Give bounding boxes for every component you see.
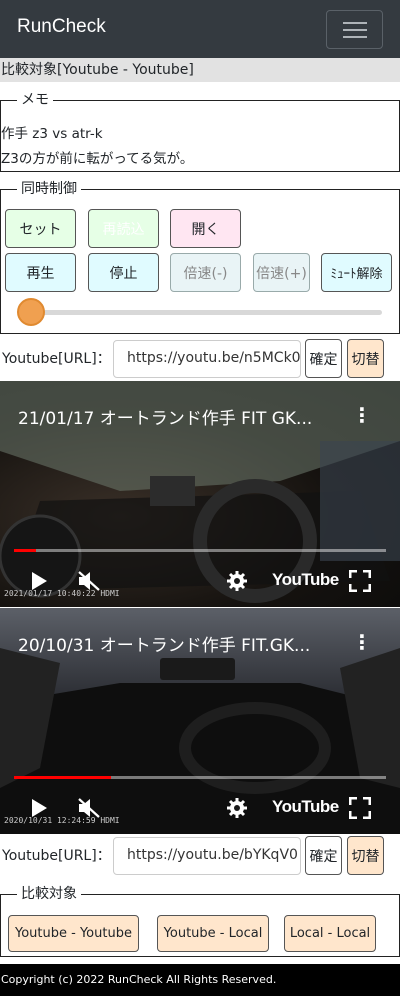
player1-url-input[interactable]: https://youtu.be/n5MCk0 bbox=[113, 340, 301, 378]
player1-progress-track[interactable] bbox=[14, 549, 386, 552]
player1-switch-button[interactable]: 切替 bbox=[347, 339, 384, 378]
compare-target-legend: 比較対象 bbox=[17, 885, 81, 903]
compare-youtube-local-button[interactable]: Youtube - Local bbox=[157, 915, 269, 952]
memo-line: Z3の方が前に転がってる気が。 bbox=[1, 151, 194, 167]
fullscreen-icon[interactable] bbox=[349, 797, 371, 819]
sync-seek-slider-thumb[interactable] bbox=[17, 298, 45, 326]
player2-timestamp: 2020/10/31 12:24:59 HDMI bbox=[4, 816, 120, 825]
player2-progress-fill bbox=[14, 776, 111, 779]
player1-url-row: Youtube[URL]： https://youtu.be/n5MCk0 確定… bbox=[0, 336, 400, 380]
sync-control-legend: 同時制御 bbox=[17, 180, 81, 198]
player1-url-label: Youtube[URL]： bbox=[2, 351, 111, 367]
settings-gear-icon[interactable] bbox=[226, 570, 248, 592]
footer-copyright: Copyright (c) 2022 RunCheck All Rights R… bbox=[0, 964, 400, 996]
player2-url-input[interactable]: https://youtu.be/bYKqV0 bbox=[113, 837, 301, 875]
speed-up-button[interactable]: 倍速(+) bbox=[253, 253, 310, 292]
player2-video[interactable]: 20/10/31 オートランド作手 FIT.GK... ⋮ YouTube 20… bbox=[0, 608, 400, 834]
memo-line: 作手 z3 vs atr-k bbox=[1, 126, 103, 142]
player1-confirm-button[interactable]: 確定 bbox=[305, 339, 342, 378]
unmute-button[interactable]: ﾐｭｰﾄ解除 bbox=[321, 253, 392, 292]
compare-header: 比較対象[Youtube - Youtube] bbox=[0, 58, 400, 82]
navbar: RunCheck bbox=[0, 0, 400, 58]
player1-timestamp: 2021/01/17 10:40:22 HDMI bbox=[4, 589, 120, 598]
youtube-logo[interactable]: YouTube bbox=[272, 570, 339, 590]
settings-gear-icon[interactable] bbox=[226, 797, 248, 819]
compare-local-local-button[interactable]: Local - Local bbox=[284, 915, 376, 952]
player2-confirm-button[interactable]: 確定 bbox=[305, 836, 342, 875]
compare-youtube-youtube-button[interactable]: Youtube - Youtube bbox=[8, 915, 139, 952]
more-options-icon[interactable]: ⋮ bbox=[352, 630, 372, 654]
youtube-logo[interactable]: YouTube bbox=[272, 797, 339, 817]
player1-video-title: 21/01/17 オートランド作手 FIT GK... bbox=[18, 409, 313, 429]
set-button[interactable]: セット bbox=[5, 209, 76, 248]
play-icon[interactable] bbox=[30, 798, 48, 818]
player2-video-title: 20/10/31 オートランド作手 FIT.GK... bbox=[18, 636, 311, 656]
hamburger-icon bbox=[343, 22, 367, 24]
brand-logo[interactable]: RunCheck bbox=[17, 16, 106, 38]
play-button[interactable]: 再生 bbox=[5, 253, 76, 292]
menu-toggle-button[interactable] bbox=[326, 10, 383, 49]
reload-button[interactable]: 再読込 bbox=[88, 209, 159, 248]
stop-button[interactable]: 停止 bbox=[88, 253, 159, 292]
more-options-icon[interactable]: ⋮ bbox=[352, 403, 372, 427]
player2-url-row: Youtube[URL]： https://youtu.be/bYKqV0 確定… bbox=[0, 833, 400, 877]
player1-progress-fill bbox=[14, 549, 36, 552]
play-icon[interactable] bbox=[30, 571, 48, 591]
player2-switch-button[interactable]: 切替 bbox=[347, 836, 384, 875]
fullscreen-icon[interactable] bbox=[349, 570, 371, 592]
speed-down-button[interactable]: 倍速(-) bbox=[170, 253, 241, 292]
memo-legend: メモ bbox=[17, 91, 53, 109]
open-button[interactable]: 開く bbox=[170, 209, 241, 248]
sync-seek-slider[interactable] bbox=[20, 310, 382, 315]
player2-url-label: Youtube[URL]： bbox=[2, 848, 111, 864]
player1-video[interactable]: 21/01/17 オートランド作手 FIT GK... ⋮ YouTube 20… bbox=[0, 381, 400, 607]
